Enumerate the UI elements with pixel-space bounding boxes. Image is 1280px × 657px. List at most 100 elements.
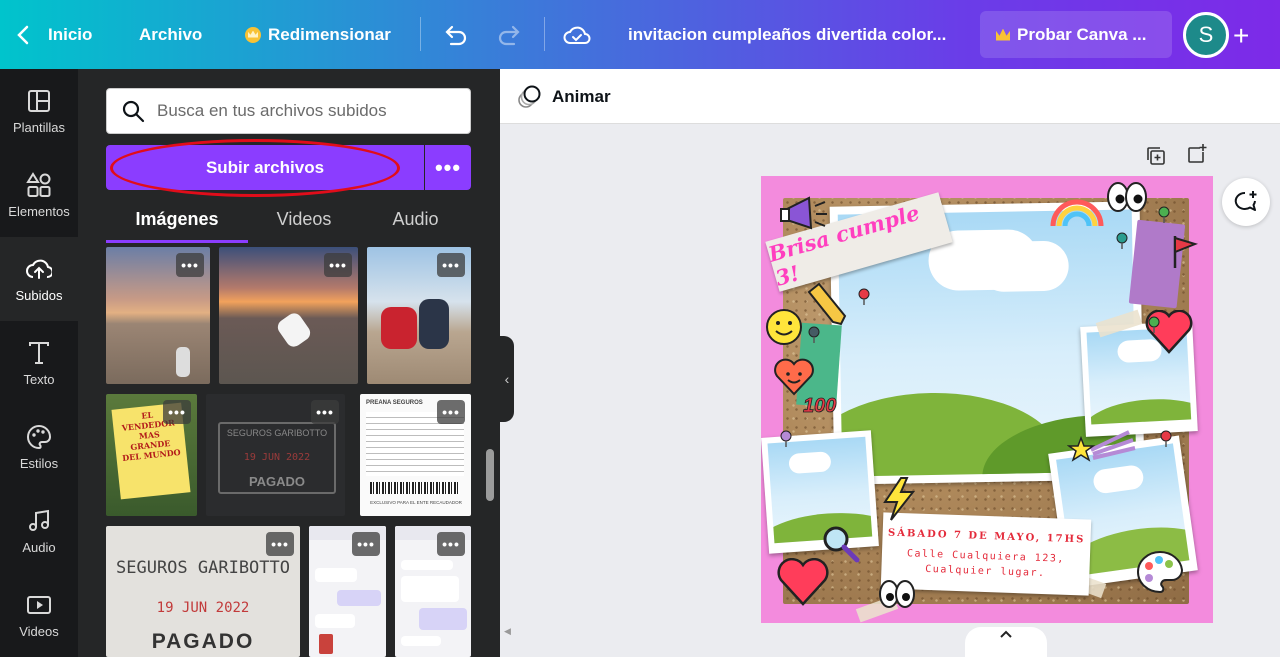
music-icon — [29, 509, 49, 531]
rail-item-text[interactable]: Texto — [0, 321, 78, 405]
text-icon — [29, 341, 49, 364]
chat-bubble — [419, 608, 467, 630]
top-bar: Inicio Archivo Redimensionar invitacion … — [0, 0, 1280, 69]
stamp-status: PAGADO — [248, 474, 306, 489]
paint-palette-icon — [1137, 550, 1184, 594]
resize-button[interactable]: Redimensionar — [245, 0, 391, 69]
push-pin-icon — [858, 288, 870, 305]
rainbow-icon — [1050, 199, 1104, 227]
upload-thumbnail[interactable]: SEGUROS GARIBOTTO 19 JUN 2022 PAGADO ••• — [206, 394, 345, 516]
rail-item-styles[interactable]: Estilos — [0, 405, 78, 489]
chat-bubble — [337, 590, 381, 606]
document-title[interactable]: invitacion cumpleaños divertida color... — [628, 0, 946, 69]
push-pin-icon — [1158, 206, 1170, 223]
googly-eyes-icon — [879, 580, 915, 608]
upload-thumbnail[interactable]: ••• — [106, 247, 210, 384]
cloud-saved-button[interactable] — [563, 0, 591, 69]
back-home-button[interactable]: Inicio — [16, 0, 92, 69]
push-pin-icon — [1160, 430, 1172, 447]
rail-item-elements[interactable]: Elementos — [0, 153, 78, 237]
elements-icon — [26, 171, 51, 197]
divider — [544, 17, 545, 51]
svg-text:100: 100 — [803, 395, 836, 417]
person-silhouette — [176, 347, 190, 377]
rail-item-templates[interactable]: Plantillas — [0, 69, 78, 153]
upload-thumbnail[interactable]: SEGUROS GARIBOTTO 19 JUN 2022 PAGADO ••• — [106, 526, 300, 657]
rail-item-videos[interactable]: Videos — [0, 573, 78, 657]
photo-frame — [761, 430, 879, 554]
rail-item-uploads[interactable]: Subidos — [0, 237, 78, 321]
more-options-button[interactable]: ••• — [437, 400, 465, 424]
active-tab-underline — [106, 240, 248, 243]
rail-label: Estilos — [19, 455, 59, 471]
page-navigator-toggle[interactable] — [965, 627, 1047, 657]
tab-images[interactable]: Imágenes — [106, 195, 248, 243]
cloud — [788, 451, 832, 475]
search-input[interactable] — [157, 101, 457, 121]
chat-image — [319, 634, 333, 654]
stamp-status: PAGADO — [151, 630, 255, 653]
undo-button[interactable] — [442, 0, 468, 69]
duplicate-page-icon[interactable] — [1145, 145, 1167, 167]
more-options-button[interactable]: ••• — [163, 400, 191, 424]
upload-thumbnail[interactable]: ••• — [219, 247, 358, 384]
redo-icon — [498, 25, 520, 45]
redo-button[interactable] — [497, 0, 523, 69]
push-pin-icon — [780, 430, 792, 447]
comment-add-icon — [1234, 191, 1257, 211]
file-menu-button[interactable]: Archivo — [139, 0, 202, 69]
stamp-name: SEGUROS GARIBOTTO — [226, 428, 328, 438]
animate-label: Animar — [552, 86, 611, 106]
upload-more-button[interactable]: ••• — [425, 145, 471, 190]
person-silhouette — [419, 299, 449, 349]
more-options-button[interactable]: ••• — [311, 400, 339, 424]
rail-label: Videos — [19, 623, 59, 639]
person-silhouette — [274, 310, 314, 350]
scroll-left-arrow[interactable]: ◀ — [504, 626, 511, 637]
upload-cloud-icon — [26, 259, 52, 279]
add-collaborator-button[interactable]: + — [1233, 20, 1249, 52]
rail-label: Subidos — [15, 287, 63, 303]
divider — [420, 17, 421, 51]
try-pro-button[interactable]: Probar Canva ... — [980, 11, 1172, 58]
chat-bubble — [401, 560, 453, 570]
more-options-button[interactable]: ••• — [437, 532, 465, 556]
stamp-date: 19 JUN 2022 — [243, 452, 311, 463]
more-options-button[interactable]: ••• — [352, 532, 380, 556]
more-options-button[interactable]: ••• — [176, 253, 204, 277]
upload-thumbnail[interactable]: ••• — [367, 247, 471, 384]
more-options-button[interactable]: ••• — [266, 532, 294, 556]
avatar[interactable]: S — [1183, 12, 1229, 58]
receipt-brand: PREANA SEGUROS — [366, 400, 423, 406]
event-date: SÁBADO 7 DE MAYO, 17HS — [887, 527, 1086, 546]
cloud-check-icon — [563, 26, 591, 44]
collapse-panel-button[interactable]: ‹ — [500, 336, 514, 422]
search-box[interactable] — [106, 88, 471, 134]
upload-thumbnail[interactable]: ••• — [309, 526, 386, 657]
push-pin-icon — [808, 326, 820, 343]
cloud — [1091, 463, 1145, 495]
more-options-button[interactable]: ••• — [324, 253, 352, 277]
animate-button[interactable]: Animar — [516, 69, 611, 124]
more-options-button[interactable]: ••• — [437, 253, 465, 277]
add-page-icon[interactable] — [1186, 143, 1208, 165]
media-tabs: Imágenes Videos Audio — [106, 195, 471, 243]
upload-thumbnail[interactable]: ••• — [395, 526, 471, 657]
receipt-footer: EXCLUSIVO PARA EL ENTE RECAUDADOR — [370, 500, 462, 505]
upload-thumbnail[interactable]: EL VENDEDOR MAS GRANDE DEL MUNDO ••• — [106, 394, 197, 516]
design-page[interactable]: Brisa cumple 3! SÁBADO 7 DE MAYO, 17HS C… — [761, 176, 1213, 623]
panel-scrollbar[interactable] — [486, 449, 494, 501]
rail-item-audio[interactable]: Audio — [0, 489, 78, 573]
upload-thumbnail[interactable]: PREANA SEGUROS EXCLUSIVO PARA EL ENTE RE… — [360, 394, 471, 516]
comment-button[interactable] — [1222, 178, 1270, 226]
canvas-horizontal-scroll[interactable]: ◀ — [504, 626, 1280, 638]
tab-videos[interactable]: Videos — [248, 195, 360, 243]
stamp-name: SEGUROS GARIBOTTO — [116, 558, 290, 578]
hill — [1086, 395, 1192, 425]
hundred-points-icon: 100 — [803, 395, 837, 418]
rail-label: Elementos — [8, 203, 70, 219]
tab-audio[interactable]: Audio — [360, 195, 471, 243]
chat-bubble — [401, 576, 459, 602]
upload-files-button[interactable]: Subir archivos — [106, 145, 424, 190]
push-pin-icon — [1116, 232, 1128, 249]
